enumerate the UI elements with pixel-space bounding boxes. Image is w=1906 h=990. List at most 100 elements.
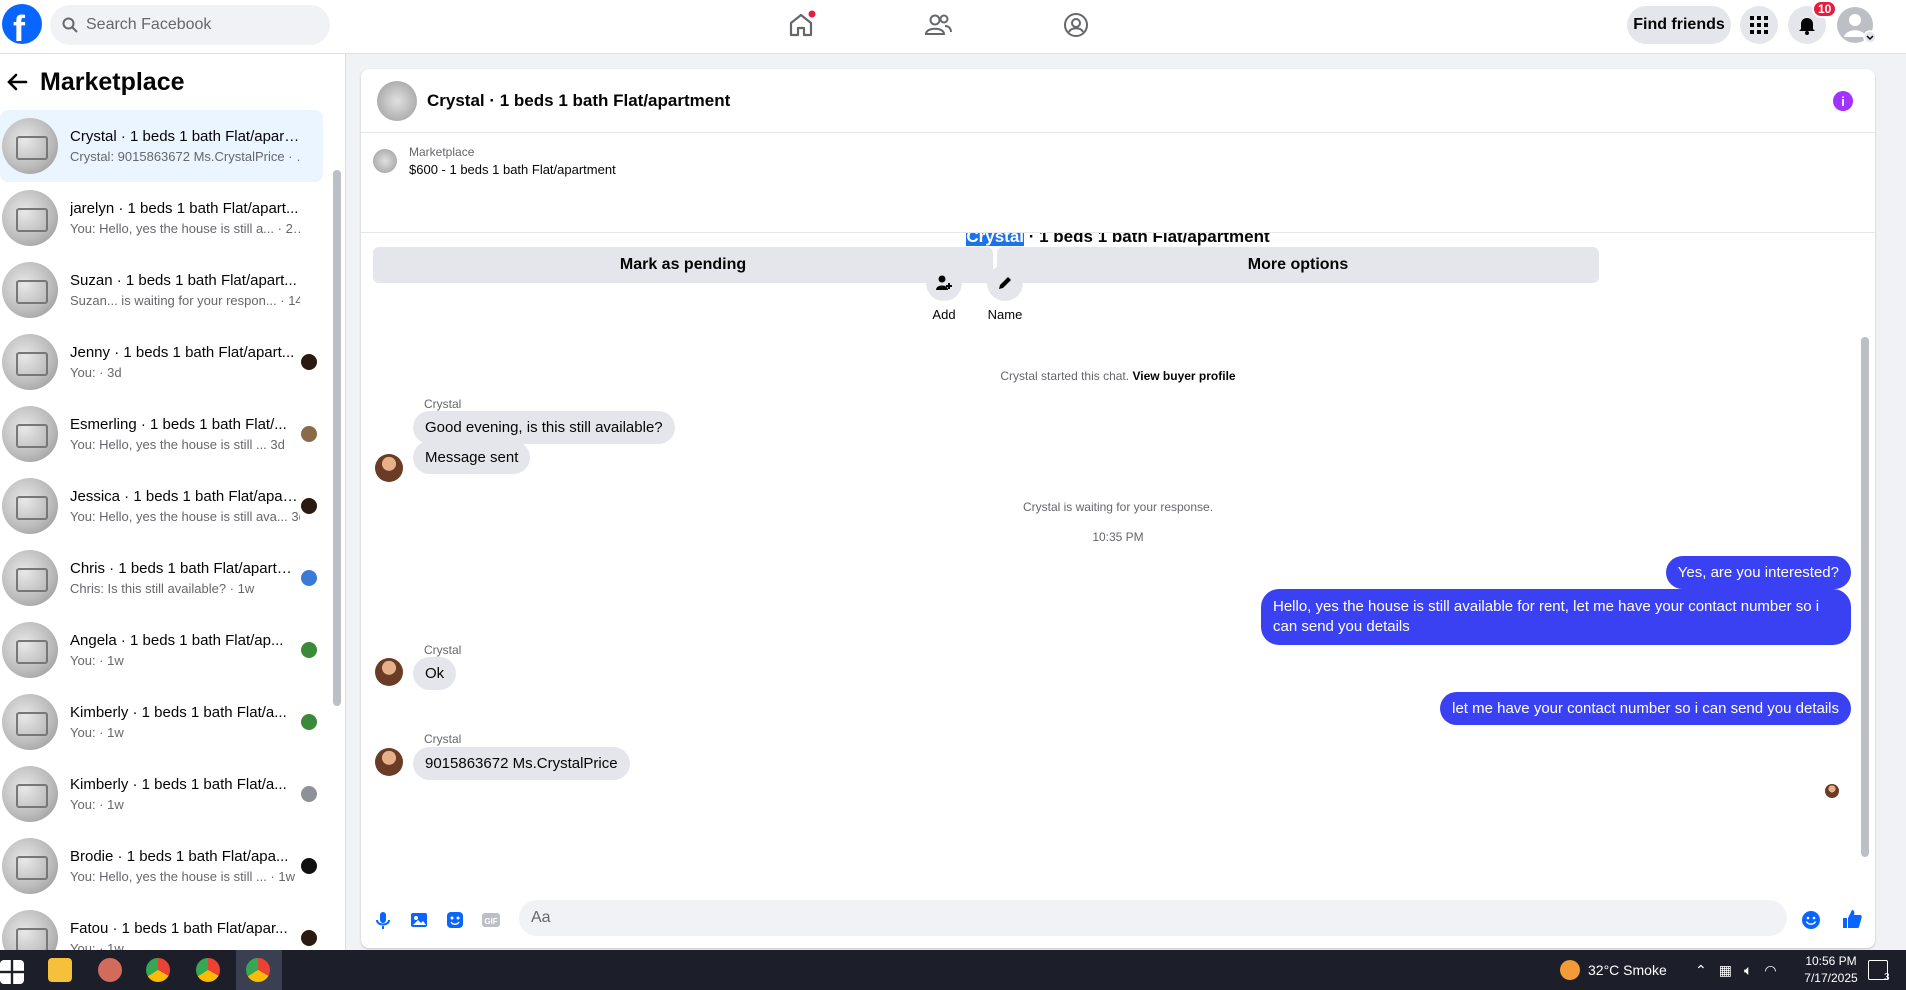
profile-avatar[interactable] <box>1836 6 1880 44</box>
conversation-list: Crystal · 1 beds 1 bath Flat/apart... Cr… <box>0 110 345 950</box>
outgoing-message[interactable]: let me have your contact number so i can… <box>1440 692 1851 725</box>
read-receipt-avatar <box>301 570 317 586</box>
chrome-icon[interactable] <box>196 958 220 982</box>
crystal-avatar[interactable] <box>375 658 403 686</box>
listing-thumbnail <box>2 838 58 894</box>
conversation-item[interactable]: Crystal · 1 beds 1 bath Flat/apart... Cr… <box>0 110 323 182</box>
clock-time: 10:56 PM <box>1805 954 1857 968</box>
incoming-message[interactable]: Ok <box>413 657 457 690</box>
conversation-text: Crystal · 1 beds 1 bath Flat/apart... Cr… <box>70 128 300 164</box>
conversation-item[interactable]: Fatou · 1 beds 1 bath Flat/apar... You: … <box>0 902 323 950</box>
conversation-item[interactable]: Kimberly · 1 beds 1 bath Flat/a... You: … <box>0 758 323 830</box>
sender-name: Crystal <box>424 732 462 746</box>
marketplace-sidebar: Marketplace Crystal · 1 beds 1 bath Flat… <box>0 54 346 950</box>
home-icon[interactable] <box>786 10 816 40</box>
conversation-text: Kimberly · 1 beds 1 bath Flat/a... You: … <box>70 776 300 812</box>
conversation-item[interactable]: Angela · 1 beds 1 bath Flat/ap... You: ·… <box>0 614 323 686</box>
thread-scrollbar[interactable] <box>1861 337 1869 857</box>
avatar-icon <box>1837 7 1877 44</box>
conversation-item[interactable]: Brodie · 1 beds 1 bath Flat/apa... You: … <box>0 830 323 902</box>
listing-thumbnail[interactable] <box>373 149 397 173</box>
info-icon[interactable]: i <box>1833 91 1853 111</box>
conversation-text: Suzan · 1 beds 1 bath Flat/apart... Suza… <box>70 272 300 308</box>
crystal-avatar[interactable] <box>375 454 403 482</box>
add-action[interactable]: Add <box>914 265 974 322</box>
network-icon[interactable]: ▦ <box>1719 962 1732 979</box>
conversation-preview: Crystal: 9015863672 Ms.CrystalPrice · 1m <box>70 149 300 164</box>
crystal-avatar[interactable] <box>375 748 403 776</box>
svg-text:GIF: GIF <box>484 917 497 926</box>
sidebar-scrollbar[interactable] <box>333 170 341 706</box>
listing-thumbnail <box>2 118 58 174</box>
volume-icon[interactable]: 🔈︎ <box>1744 962 1752 979</box>
back-arrow-icon[interactable] <box>6 71 28 93</box>
weather-widget[interactable]: 32°C Smoke <box>1560 950 1667 990</box>
add-label: Add <box>932 307 956 322</box>
conversation-item[interactable]: Jenny · 1 beds 1 bath Flat/apart... You:… <box>0 326 323 398</box>
emoji-icon[interactable] <box>1801 910 1821 930</box>
photo-icon[interactable] <box>409 910 429 930</box>
find-friends-button[interactable]: Find friends <box>1627 6 1731 44</box>
listing-price[interactable]: $600 - 1 beds 1 bath Flat/apartment <box>409 162 616 177</box>
conversation-name: Jessica · 1 beds 1 bath Flat/apart... <box>70 488 300 505</box>
windows-taskbar: 32°C Smoke ⌃ ▦ 🔈︎ ◠ 10:56 PM 7/17/2025 3 <box>0 950 1906 990</box>
conversation-preview: You: Hello, yes the house is still ... 3… <box>70 437 285 452</box>
gif-icon[interactable]: GIF <box>481 910 501 930</box>
incoming-message[interactable]: 9015863672 Ms.CrystalPrice <box>413 747 630 780</box>
view-buyer-profile-link[interactable]: View buyer profile <box>1132 369 1235 383</box>
conversation-item[interactable]: Kimberly · 1 beds 1 bath Flat/a... You: … <box>0 686 323 758</box>
sticker-icon[interactable] <box>445 910 465 930</box>
thread-heading-listing: · 1 beds 1 bath Flat/apartment <box>1024 233 1270 246</box>
wifi-icon[interactable]: ◠ <box>1764 962 1776 979</box>
clock[interactable]: 10:56 PM 7/17/2025 <box>1786 953 1876 987</box>
listing-thumbnail <box>2 190 58 246</box>
conversation-item[interactable]: Suzan · 1 beds 1 bath Flat/apart... Suza… <box>0 254 323 326</box>
read-receipt-avatar <box>301 498 317 514</box>
friends-icon[interactable] <box>923 10 953 40</box>
conversation-name: Jenny · 1 beds 1 bath Flat/apart... <box>70 344 295 361</box>
chrome-icon[interactable] <box>146 958 170 982</box>
listing-thumbnail <box>2 334 58 390</box>
listing-thumbnail <box>2 478 58 534</box>
conversation-preview: You: · 3d <box>70 365 122 380</box>
conversation-name: Brodie · 1 beds 1 bath Flat/apa... <box>70 848 289 865</box>
menu-grid-button[interactable] <box>1740 6 1778 44</box>
read-receipt-avatar <box>301 858 317 874</box>
chat-title[interactable]: Crystal · 1 beds 1 bath Flat/apartment <box>427 91 730 111</box>
weather-icon <box>1560 960 1580 980</box>
facebook-logo[interactable]: f <box>2 4 42 49</box>
grid-icon <box>1750 16 1768 34</box>
read-receipt-avatar <box>301 786 317 802</box>
like-thumb-icon[interactable] <box>1841 908 1863 930</box>
conversation-preview: Chris: Is this still available? · 1w <box>70 581 255 596</box>
conversation-item[interactable]: Jessica · 1 beds 1 bath Flat/apart... Yo… <box>0 470 323 542</box>
outgoing-message[interactable]: Hello, yes the house is still available … <box>1261 589 1851 645</box>
system-tray[interactable]: ⌃ ▦ 🔈︎ ◠ <box>1695 950 1777 990</box>
windows-start-icon[interactable] <box>0 960 24 984</box>
conversation-item[interactable]: jarelyn · 1 beds 1 bath Flat/apart... Yo… <box>0 182 323 254</box>
chrome-icon[interactable] <box>246 958 270 982</box>
bell-icon <box>1799 18 1815 35</box>
chevron-up-icon[interactable]: ⌃ <box>1695 962 1707 979</box>
incoming-message[interactable]: Message sent <box>413 441 531 474</box>
conversation-preview: You: Hello, yes the house is still ... ·… <box>70 869 295 884</box>
incoming-message[interactable]: Good evening, is this still available? <box>413 411 675 444</box>
search-input[interactable]: Search Facebook <box>50 5 330 45</box>
add-person-icon <box>926 265 962 301</box>
conversation-item[interactable]: Esmerling · 1 beds 1 bath Flat/... You: … <box>0 398 323 470</box>
name-action[interactable]: Name <box>975 265 1035 322</box>
chat-avatar[interactable] <box>377 80 417 121</box>
listing-thumbnail <box>2 622 58 678</box>
pencil-icon <box>987 265 1023 301</box>
app-icon[interactable] <box>98 958 122 982</box>
sender-name: Crystal <box>424 397 462 411</box>
file-explorer-icon[interactable] <box>48 958 72 982</box>
conversation-name: Angela · 1 beds 1 bath Flat/ap... <box>70 632 284 649</box>
conversation-item[interactable]: Chris · 1 beds 1 bath Flat/apartm... Chr… <box>0 542 323 614</box>
outgoing-message[interactable]: Yes, are you interested? <box>1665 556 1851 589</box>
message-input[interactable]: Aa <box>519 900 1787 936</box>
microphone-icon[interactable] <box>373 910 393 930</box>
read-receipt-avatar <box>301 426 317 442</box>
conversation-text: Esmerling · 1 beds 1 bath Flat/... You: … <box>70 416 300 452</box>
groups-icon[interactable] <box>1061 10 1091 40</box>
